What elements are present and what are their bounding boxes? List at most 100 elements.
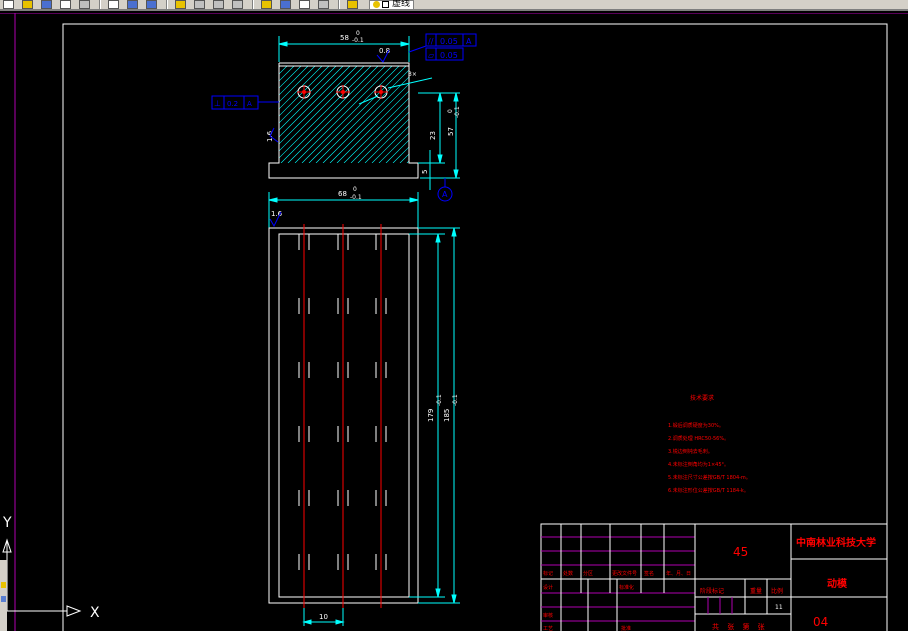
hatch-line [279, 66, 351, 138]
tb-part-name: 动模 [827, 577, 848, 590]
side-width-tol-lower: -0.1 [350, 194, 362, 201]
plot-button[interactable] [105, 0, 121, 9]
height-tol-upper: 0 [447, 109, 454, 113]
toolbar-separator [338, 0, 340, 9]
zoom-realtime-icon [193, 0, 205, 9]
zoom-window-icon [212, 0, 224, 9]
redo-button[interactable] [143, 0, 159, 9]
hatch-line [350, 104, 409, 163]
save-button[interactable] [38, 0, 54, 9]
tech-item-3: 3.锐边倒钝去毛刺。 [668, 448, 713, 455]
drawing-border [62, 23, 888, 631]
zoom-realtime-button[interactable] [191, 0, 207, 9]
hatch-line [169, 66, 266, 163]
drawing-canvas[interactable]: 58 0 -0.1 0.8 // 0.05 A ▱ 0.05 3× ⊥ 0.2 … [0, 13, 908, 631]
height-tol-lower: -0.1 [454, 106, 461, 118]
pan-icon [174, 0, 186, 9]
tb-row-review: 审核 [543, 612, 553, 619]
hatch-line [294, 66, 393, 163]
zoom-window-button[interactable] [210, 0, 226, 9]
standard-toolbar: 虚线 [0, 0, 908, 11]
outer-length-value: 185 [443, 409, 451, 422]
pan-button[interactable] [172, 0, 188, 9]
inner-length-value: 179 [427, 409, 435, 422]
toolpalette-icon [298, 0, 310, 9]
hatch-line [378, 132, 409, 163]
inner-length-tol: -0.1 [436, 394, 443, 406]
side-tool-icon[interactable] [1, 596, 6, 602]
zoom-previous-button[interactable] [229, 0, 245, 9]
toolbar-separator [166, 0, 168, 9]
layer-button[interactable] [344, 0, 360, 9]
open-button[interactable] [19, 0, 35, 9]
side-width-value: 68 [338, 190, 347, 198]
side-inner-outline [278, 233, 410, 598]
tech-title: 技术要求 [690, 394, 714, 402]
hatch-line [279, 66, 365, 152]
print-button[interactable] [57, 0, 73, 9]
toolbar-separator [252, 0, 254, 9]
tb-school: 中南林业科技大学 [796, 536, 876, 549]
designcenter-button[interactable] [277, 0, 293, 9]
new-button[interactable] [0, 0, 16, 9]
layer-color-swatch [382, 1, 389, 8]
tb-drawing-no: 04 [813, 615, 828, 629]
zoom-previous-icon [231, 0, 243, 9]
hatch-line [279, 66, 344, 131]
hatch-line [385, 139, 409, 163]
hatch-line [364, 118, 409, 163]
title-block: 标记 处数 分区 更改文件号 签名 年、月、日 设计 标准化 审核 工艺 批准 … [540, 523, 888, 631]
hatch-line [308, 66, 407, 163]
tech-item-1: 1.锻后调质硬度为30%。 [668, 422, 724, 429]
preview-icon [78, 0, 90, 9]
tb-material: 45 [733, 545, 748, 559]
tb-row-approve: 批准 [621, 625, 631, 631]
top-width-value: 58 [340, 34, 349, 42]
hatch-line [414, 66, 511, 163]
top-width-tol-lower: -0.1 [352, 37, 364, 44]
hatch-line [315, 69, 409, 163]
chamfer-leader [387, 77, 433, 89]
toolpalette-button[interactable] [296, 0, 312, 9]
side-tool-icon[interactable] [1, 582, 6, 588]
tech-item-6: 6.未标注形位公差按GB/T 1184-k。 [668, 487, 749, 494]
parallel-symbol: // [428, 37, 434, 46]
hatch-line [279, 66, 316, 103]
hatch-line [399, 153, 409, 163]
tb-sheet-text: 共 张 第 张 [712, 622, 768, 631]
preview-button[interactable] [76, 0, 92, 9]
undo-button[interactable] [124, 0, 140, 9]
side-toolbar [0, 560, 7, 631]
perpendicular-tolerance-frame [211, 95, 279, 110]
tb-header-5: 签名 [644, 570, 654, 577]
hatch-line [279, 66, 330, 117]
tb-header-4: 更改文件号 [612, 570, 637, 577]
new-icon [2, 0, 14, 9]
hatch-line [279, 66, 302, 89]
perp-symbol: ⊥ [214, 99, 221, 108]
hatch-line [279, 66, 372, 159]
properties-button[interactable] [258, 0, 274, 9]
flatness-symbol: ▱ [428, 51, 435, 60]
layer-dropdown[interactable]: 虚线 [369, 0, 415, 9]
print-icon [59, 0, 71, 9]
layer-icon [346, 0, 358, 9]
tb-scale-label: 比例 [771, 587, 783, 595]
bottom-dim-value: 10 [319, 613, 328, 621]
tb-header-2: 处数 [563, 570, 573, 577]
designcenter-icon [279, 0, 291, 9]
tech-item-2: 2.调质处理 HRC50-56%。 [668, 435, 729, 442]
redo-icon [145, 0, 157, 9]
step-height-value: 23 [429, 131, 437, 140]
hatch-line [279, 66, 281, 68]
hatch-line [280, 66, 379, 163]
hatch-line [287, 66, 386, 163]
ucs-y-label: Y [2, 515, 12, 531]
hatch-line [279, 66, 337, 124]
chamfer-note: 3× [408, 71, 417, 78]
calculator-button[interactable] [315, 0, 331, 9]
height-value: 57 [447, 127, 455, 136]
properties-icon [260, 0, 272, 9]
top-width-tol-upper: 0 [356, 30, 360, 37]
hatch-line [301, 66, 400, 163]
